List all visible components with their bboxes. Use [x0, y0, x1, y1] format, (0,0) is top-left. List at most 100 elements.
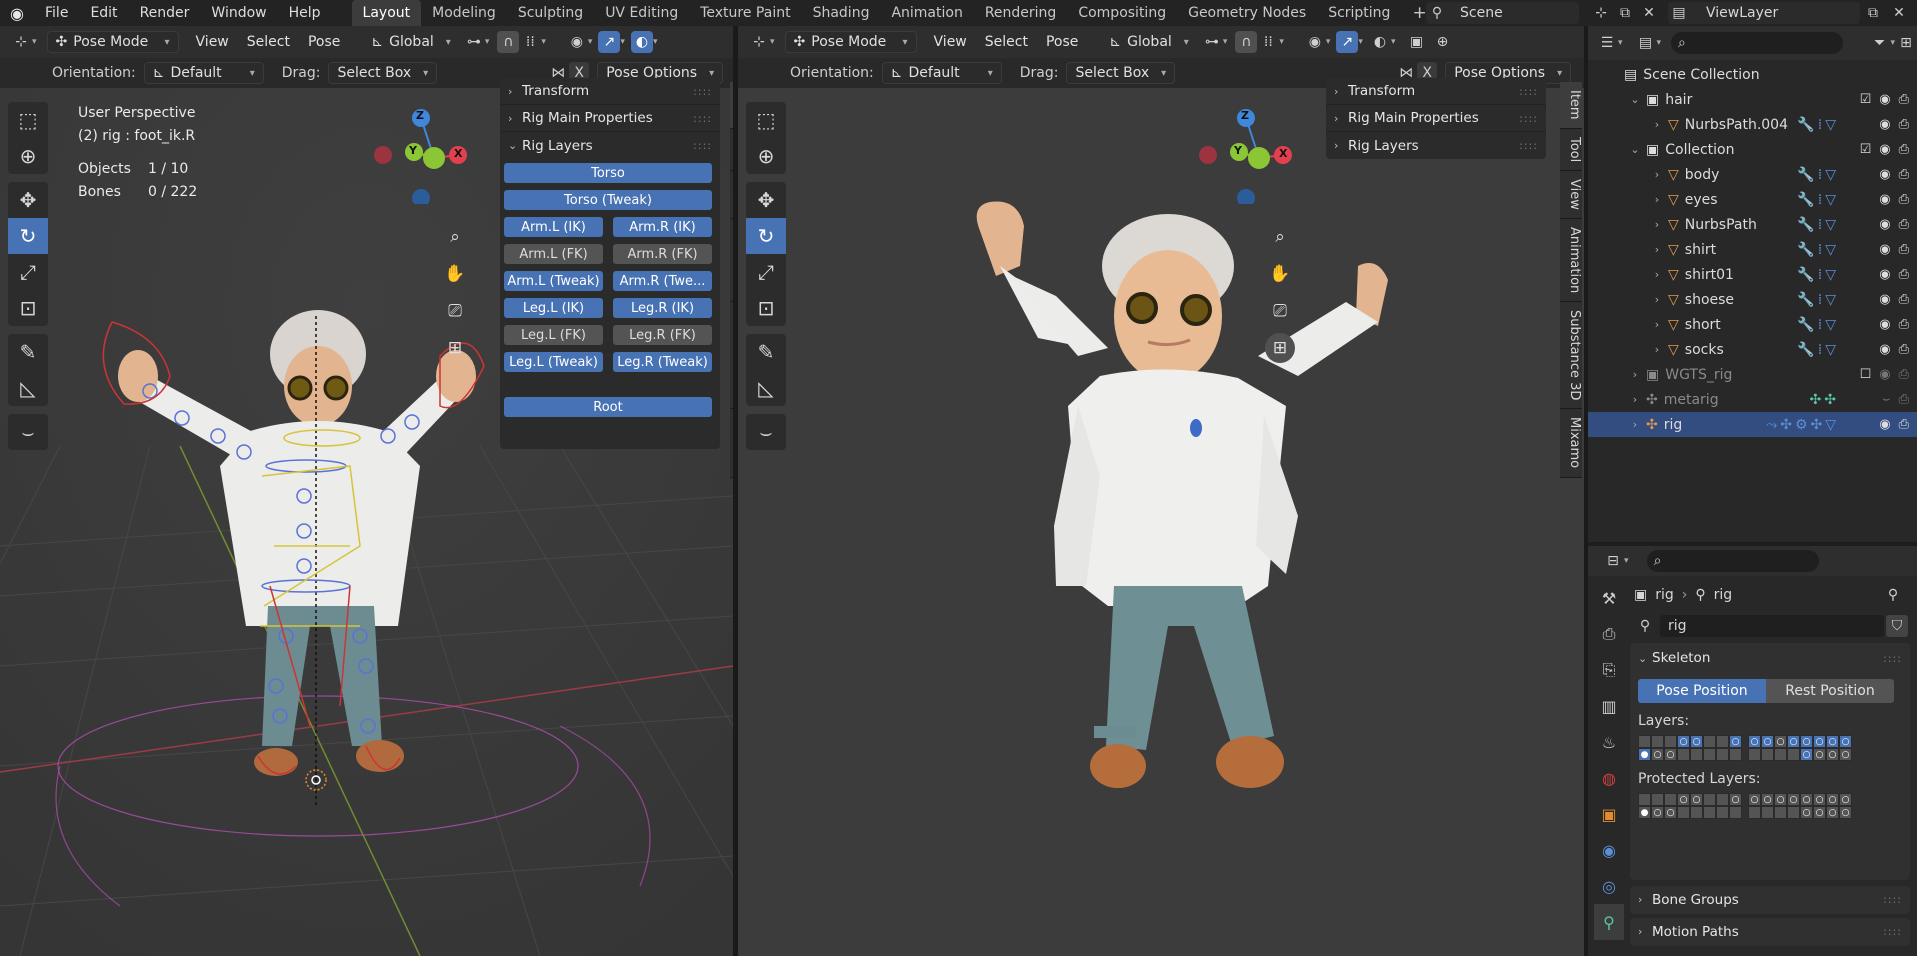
layer-toggle[interactable]: ○	[1813, 748, 1826, 761]
menu-pose[interactable]: Pose	[299, 34, 349, 50]
tab-sculpting[interactable]: Sculpting	[507, 0, 594, 26]
layer-toggle[interactable]	[1729, 748, 1742, 761]
viewport-right[interactable]: ⊹ ▾ ✣ Pose Mode ▾ View Select Pose ⊾ Glob…	[738, 26, 1584, 956]
eye-visibility-icon[interactable]: ◉	[1879, 192, 1890, 207]
transform-orientation-dropdown[interactable]: ⊾ Global ▾	[1101, 31, 1196, 53]
modifier-icons[interactable]: 🔧⁞▽	[1797, 317, 1839, 333]
layer-toggle[interactable]: ○	[1813, 735, 1826, 748]
scene-tab-icon[interactable]: ♨	[1594, 724, 1624, 760]
menu-file[interactable]: File	[34, 0, 79, 26]
layer-toggle[interactable]	[1664, 735, 1677, 748]
filter-icon[interactable]: ⏷	[1869, 32, 1891, 54]
layer-toggle[interactable]: ○	[1761, 793, 1774, 806]
move-tool-icon[interactable]: ✥	[8, 182, 48, 218]
measure-tool-icon[interactable]: ◺	[8, 370, 48, 406]
select-box-tool-icon[interactable]: ⬚	[746, 102, 786, 138]
layer-toggle[interactable]: ●	[1638, 806, 1651, 819]
chevron-right-icon[interactable]: ›	[1648, 118, 1666, 131]
motion-paths-header[interactable]: › Motion Paths::::	[1630, 918, 1910, 945]
pose-breakdowner-tool-icon[interactable]: ⌣	[746, 414, 786, 450]
menu-help[interactable]: Help	[278, 0, 332, 26]
chevron-right-icon[interactable]: ›	[1626, 393, 1644, 406]
tab-rendering[interactable]: Rendering	[974, 0, 1068, 26]
snap-toggle-icon[interactable]: ∩	[497, 31, 520, 53]
layer-toggle[interactable]	[1677, 806, 1690, 819]
bone-layers-grid[interactable]: ○ ○ ○ ○ ○ ○ ○ ○ ○ ○ ○ ● ○ ○ ○ ○ ○ ○	[1638, 735, 1910, 761]
eye-visibility-icon[interactable]: ◉	[1879, 367, 1890, 382]
tab-shading[interactable]: Shading	[802, 0, 881, 26]
layer-toggle[interactable]	[1703, 793, 1716, 806]
outliner-row[interactable]: › ▣ WGTS_rig ☐ ◉ ⎙	[1588, 362, 1917, 387]
bone-groups-section[interactable]: › Bone Groups::::	[1630, 886, 1910, 914]
layer-toggle[interactable]	[1664, 793, 1677, 806]
pose-position-button[interactable]: Pose Position	[1638, 679, 1766, 703]
rig-main-properties-header[interactable]: › Rig Main Properties::::	[500, 105, 720, 132]
outliner-row[interactable]: › ▽ socks 🔧⁞▽ ◉ ⎙	[1588, 337, 1917, 362]
delete-scene-icon[interactable]: ✕	[1638, 2, 1660, 24]
layer-toggle[interactable]	[1651, 793, 1664, 806]
layer-toggle[interactable]: ○	[1664, 806, 1677, 819]
layer-toggle[interactable]: ●	[1638, 748, 1651, 761]
scale-tool-icon[interactable]: ⤢	[8, 254, 48, 290]
eye-visibility-icon[interactable]: ◉	[1879, 317, 1890, 332]
chevron-right-icon[interactable]: ›	[1626, 368, 1644, 381]
layer-toggle[interactable]	[1716, 793, 1729, 806]
eye-visibility-icon[interactable]: ◉	[1879, 242, 1890, 257]
view-layer-selector[interactable]: ▤ ViewLayer	[1668, 2, 1860, 24]
camera-view-icon[interactable]: ⎚	[440, 296, 470, 326]
outliner-row[interactable]: › ▽ NurbsPath 🔧⁞▽ ◉ ⎙	[1588, 212, 1917, 237]
chevron-right-icon[interactable]: ›	[1648, 293, 1666, 306]
menu-view[interactable]: View	[187, 34, 238, 50]
rig-layer-button[interactable]: Leg.L (Tweak)	[504, 352, 603, 372]
layer-toggle[interactable]: ○	[1839, 748, 1852, 761]
render-visibility-icon[interactable]: ⎙	[1899, 367, 1909, 382]
mode-dropdown[interactable]: ✣ Pose Mode ▾	[784, 31, 917, 53]
chevron-down-icon[interactable]: ⌄	[1626, 93, 1644, 106]
layer-toggle[interactable]: ○	[1839, 793, 1852, 806]
render-visibility-icon[interactable]: ⎙	[1899, 217, 1909, 232]
layer-toggle[interactable]	[1748, 806, 1761, 819]
display-mode-icon[interactable]: ▤	[1634, 32, 1656, 54]
layer-toggle[interactable]: ○	[1826, 748, 1839, 761]
modifier-icons[interactable]: ⤳✣⚙✣▽	[1766, 417, 1839, 433]
layer-toggle[interactable]: ○	[1748, 735, 1761, 748]
tab-animation[interactable]: Animation	[880, 0, 973, 26]
tab-layout[interactable]: Layout	[351, 0, 422, 26]
sidebar-tab[interactable]: View	[1560, 170, 1582, 219]
output-tab-icon[interactable]: ⎘	[1594, 652, 1624, 688]
tab-geometry-nodes[interactable]: Geometry Nodes	[1177, 0, 1317, 26]
outliner-row[interactable]: › ▽ body 🔧⁞▽ ◉ ⎙	[1588, 162, 1917, 187]
eye-visibility-icon[interactable]: ◉	[1879, 117, 1890, 132]
perspective-toggle-icon[interactable]: ⊞	[440, 333, 470, 363]
perspective-toggle-icon[interactable]: ⊞	[1265, 333, 1295, 363]
layer-toggle[interactable]: ○	[1787, 735, 1800, 748]
outliner-row[interactable]: › ✣ metarig ✣✣ ⌣ ⎙	[1588, 387, 1917, 412]
bone-groups-header[interactable]: › Bone Groups::::	[1630, 886, 1910, 913]
transform-panel-header[interactable]: › Transform::::	[500, 78, 720, 105]
layer-toggle[interactable]: ○	[1729, 793, 1742, 806]
layer-toggle[interactable]: ○	[1787, 793, 1800, 806]
layer-toggle[interactable]: ○	[1677, 793, 1690, 806]
sidebar-tab[interactable]: Animation	[1560, 218, 1582, 302]
layer-toggle[interactable]: ○	[1839, 806, 1852, 819]
chevron-down-icon[interactable]: ⌄	[1626, 143, 1644, 156]
chevron-right-icon[interactable]: ›	[1648, 193, 1666, 206]
drag-grip-icon[interactable]: ::::	[1883, 925, 1902, 938]
pin-scene-icon[interactable]: ⊹	[1590, 2, 1612, 24]
layer-toggle[interactable]	[1774, 748, 1787, 761]
select-box-tool-icon[interactable]: ⬚	[8, 102, 48, 138]
new-view-layer-icon[interactable]: ⧉	[1862, 2, 1884, 24]
tab-uv-editing[interactable]: UV Editing	[594, 0, 689, 26]
outliner-row[interactable]: ▤ Scene Collection	[1588, 62, 1917, 87]
modifier-icons[interactable]: 🔧⁞▽	[1797, 342, 1839, 358]
menu-view[interactable]: View	[925, 34, 976, 50]
outliner-row[interactable]: › ▽ NurbsPath.004 🔧⁞▽ ◉ ⎙	[1588, 112, 1917, 137]
chevron-right-icon[interactable]: ›	[1648, 218, 1666, 231]
layer-toggle[interactable]: ○	[1800, 748, 1813, 761]
object-tab-icon[interactable]: ▣	[1594, 796, 1624, 832]
protected-layers-grid[interactable]: ○ ○ ○ ○ ○ ○ ○ ○ ○ ○ ○ ● ○ ○ ○ ○ ○ ○	[1638, 793, 1910, 819]
pose-breakdowner-tool-icon[interactable]: ⌣	[8, 414, 48, 450]
layer-toggle[interactable]	[1716, 735, 1729, 748]
layer-toggle[interactable]	[1703, 748, 1716, 761]
sidebar-tab[interactable]: Mixamo	[1560, 409, 1582, 478]
